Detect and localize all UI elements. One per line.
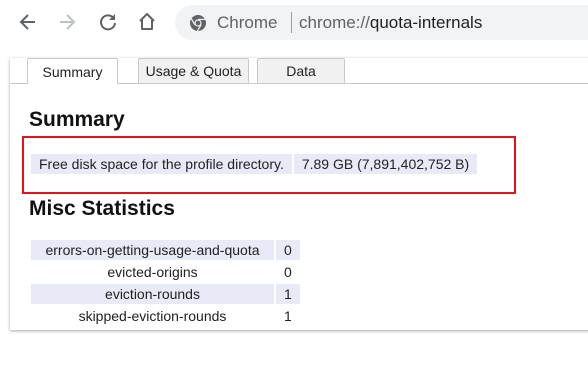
tab-usage-and-quota[interactable]: Usage & Quota — [138, 58, 249, 83]
tab-data[interactable]: Data — [257, 58, 345, 83]
misc-statistics-heading: Misc Statistics — [29, 197, 175, 220]
stat-value: 1 — [276, 284, 300, 304]
table-row: skipped-eviction-rounds 1 — [31, 306, 300, 326]
omnibox-chip-label: Chrome — [217, 13, 278, 32]
free-disk-label: Free disk space for the profile director… — [31, 154, 292, 174]
stat-name: eviction-rounds — [31, 284, 274, 304]
stat-value: 0 — [284, 264, 292, 280]
table-row: errors-on-getting-usage-and-quota 0 — [31, 240, 300, 260]
forward-arrow-icon — [60, 14, 76, 30]
tab-summary[interactable]: Summary — [27, 58, 118, 84]
forward-button[interactable] — [52, 7, 82, 37]
table-row: eviction-rounds 1 — [31, 284, 300, 304]
back-arrow-icon — [19, 14, 35, 30]
quota-internals-panel: Summary Usage & Quota Data Summary Free … — [10, 58, 588, 330]
url-host: quota-internals — [369, 13, 483, 32]
omnibox-divider — [291, 12, 292, 33]
url-text: chrome://quota-internals — [299, 13, 482, 33]
stat-value: 1 — [284, 308, 292, 324]
summary-heading: Summary — [29, 108, 125, 131]
reload-icon — [100, 14, 116, 31]
free-disk-row: Free disk space for the profile director… — [31, 154, 478, 174]
stat-name: evicted-origins — [107, 264, 198, 280]
stat-name: skipped-eviction-rounds — [78, 308, 227, 324]
stat-name: errors-on-getting-usage-and-quota — [31, 240, 274, 260]
home-icon — [139, 13, 155, 30]
back-button[interactable] — [13, 7, 43, 37]
stat-value: 0 — [276, 240, 300, 260]
address-bar[interactable]: Chrome chrome://quota-internals — [175, 5, 588, 40]
home-button[interactable] — [132, 7, 162, 37]
reload-button[interactable] — [93, 7, 123, 37]
chrome-icon — [190, 15, 206, 32]
table-row: evicted-origins 0 — [31, 262, 300, 282]
misc-statistics-table: errors-on-getting-usage-and-quota 0 evic… — [31, 240, 300, 328]
url-scheme: chrome:// — [299, 13, 370, 32]
free-disk-value: 7.89 GB (7,891,402,752 B) — [293, 154, 478, 174]
browser-toolbar: Chrome chrome://quota-internals — [0, 0, 588, 46]
